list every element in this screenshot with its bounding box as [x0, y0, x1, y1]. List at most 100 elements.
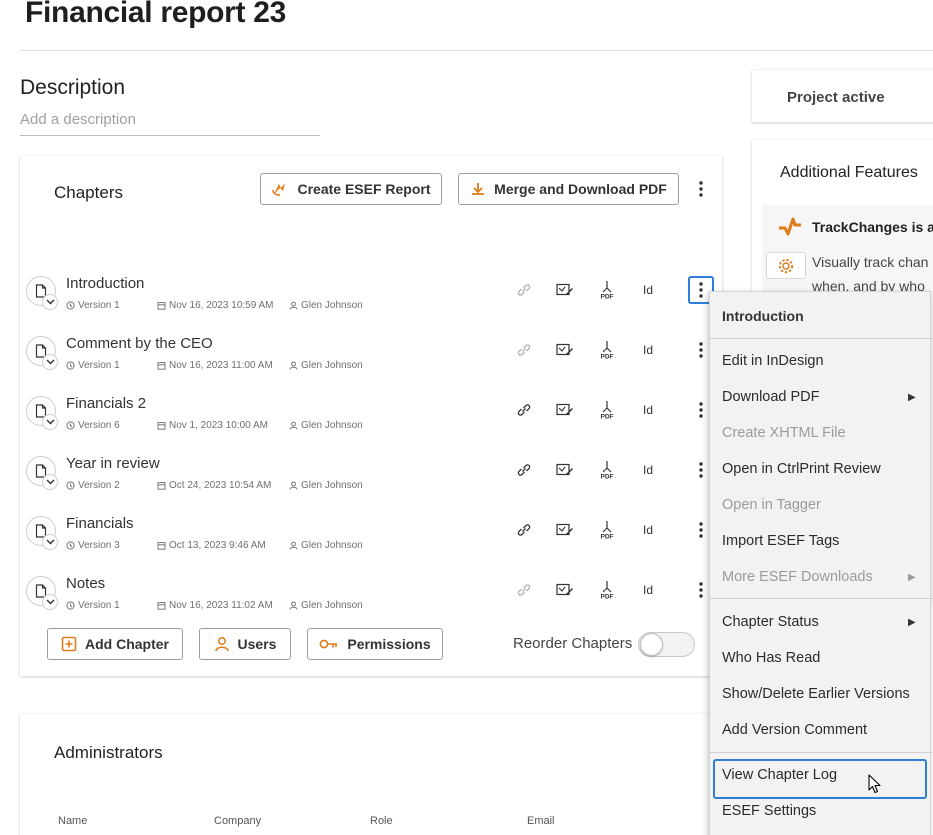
chapter-name[interactable]: Year in review	[66, 455, 160, 472]
indesign-id-icon[interactable]: Id	[636, 458, 660, 482]
review-edit-icon[interactable]	[553, 338, 577, 362]
indesign-id-icon[interactable]: Id	[636, 518, 660, 542]
menu-item-open-in-ctrlprint-review[interactable]: Open in CtrlPrint Review	[722, 461, 881, 477]
chapter-name[interactable]: Introduction	[66, 275, 144, 292]
chevron-down-icon[interactable]	[42, 594, 58, 610]
chevron-down-icon[interactable]	[42, 414, 58, 430]
chapter-row[interactable]: Year in review Version 2 Oct 24, 2023 10:5…	[20, 448, 722, 508]
menu-item-create-xhtml-file: Create XHTML File	[722, 425, 846, 441]
project-status-label: Project active	[787, 89, 885, 106]
chapter-row[interactable]: Introduction Version 1 Nov 16, 2023 10:59 …	[20, 268, 722, 328]
review-edit-icon[interactable]	[553, 398, 577, 422]
link-icon[interactable]	[512, 578, 536, 602]
chapter-name[interactable]: Notes	[66, 575, 105, 592]
version-icon	[66, 301, 75, 310]
date-text: Nov 1, 2023 10:00 AM	[169, 420, 268, 431]
calendar-icon	[157, 481, 166, 490]
version-icon	[66, 361, 75, 370]
pdf-icon[interactable]: PDF	[595, 398, 619, 422]
download-icon	[470, 181, 486, 197]
chapter-version: Version 6	[66, 420, 120, 431]
users-button[interactable]: Users	[199, 628, 291, 660]
menu-item-show-delete-earlier-versions[interactable]: Show/Delete Earlier Versions	[722, 686, 910, 702]
column-header-company: Company	[214, 815, 262, 827]
user-icon	[214, 636, 230, 652]
user-text: Glen Johnson	[301, 600, 363, 611]
merge-label: Merge and Download PDF	[494, 181, 667, 197]
create-esef-report-button[interactable]: Create ESEF Report	[260, 173, 442, 205]
chapter-actions: PDF Id	[512, 338, 662, 362]
chapter-version: Version 2	[66, 480, 120, 491]
chapters-more-menu-icon[interactable]	[689, 176, 713, 202]
chapter-actions: PDF Id	[512, 458, 662, 482]
chapter-row[interactable]: Financials Version 3 Oct 13, 2023 9:46 AM G…	[20, 508, 722, 568]
user-icon	[289, 361, 298, 370]
pdf-icon[interactable]: PDF	[595, 458, 619, 482]
chapter-user: Glen Johnson	[289, 480, 363, 491]
chevron-down-icon[interactable]	[42, 474, 58, 490]
menu-item-edit-in-indesign[interactable]: Edit in InDesign	[722, 353, 824, 369]
reorder-chapters-toggle[interactable]	[638, 632, 695, 657]
menu-item-download-pdf[interactable]: Download PDF	[722, 389, 820, 405]
submenu-arrow-icon: ▶	[908, 617, 916, 628]
merge-download-pdf-button[interactable]: Merge and Download PDF	[458, 173, 679, 205]
chevron-down-icon[interactable]	[42, 294, 58, 310]
menu-item-view-chapter-log[interactable]: View Chapter Log	[722, 767, 837, 783]
esef-icon	[271, 181, 289, 197]
link-icon[interactable]	[512, 278, 536, 302]
review-edit-icon[interactable]	[553, 458, 577, 482]
user-icon	[289, 481, 298, 490]
trackchanges-settings-button[interactable]	[766, 252, 806, 279]
pdf-icon[interactable]: PDF	[595, 518, 619, 542]
menu-item-esef-settings[interactable]: ESEF Settings	[722, 803, 816, 819]
chapter-row[interactable]: Notes Version 1 Nov 16, 2023 11:02 AM Glen …	[20, 568, 722, 628]
version-icon	[66, 541, 75, 550]
add-chapter-label: Add Chapter	[85, 636, 169, 652]
indesign-id-icon[interactable]: Id	[636, 338, 660, 362]
review-edit-icon[interactable]	[553, 278, 577, 302]
review-edit-icon[interactable]	[553, 518, 577, 542]
column-header-name: Name	[58, 815, 88, 827]
pdf-icon[interactable]: PDF	[595, 278, 619, 302]
link-icon[interactable]	[512, 518, 536, 542]
indesign-id-icon[interactable]: Id	[636, 578, 660, 602]
chevron-down-icon[interactable]	[42, 534, 58, 550]
chapter-row[interactable]: Comment by the CEO Version 1 Nov 16, 2023 …	[20, 328, 722, 388]
permissions-label: Permissions	[347, 636, 431, 652]
column-header-role: Role	[370, 815, 393, 827]
create-esef-label: Create ESEF Report	[297, 181, 431, 197]
menu-item-import-esef-tags[interactable]: Import ESEF Tags	[722, 533, 839, 549]
indesign-id-icon[interactable]: Id	[636, 398, 660, 422]
pdf-icon[interactable]: PDF	[595, 578, 619, 602]
user-text: Glen Johnson	[301, 420, 363, 431]
user-text: Glen Johnson	[301, 360, 363, 371]
calendar-icon	[157, 541, 166, 550]
column-header-email: Email	[527, 815, 555, 827]
review-edit-icon[interactable]	[553, 578, 577, 602]
date-text: Oct 24, 2023 10:54 AM	[169, 480, 272, 491]
description-input[interactable]: Add a description	[20, 108, 320, 136]
trackchanges-title: TrackChanges is a	[812, 219, 933, 235]
menu-item-add-version-comment[interactable]: Add Version Comment	[722, 722, 867, 738]
menu-item-open-in-tagger: Open in Tagger	[722, 497, 821, 513]
chapter-row[interactable]: Financials 2 Version 6 Nov 1, 2023 10:00 A…	[20, 388, 722, 448]
chapter-name[interactable]: Comment by the CEO	[66, 335, 213, 352]
menu-item-chapter-status[interactable]: Chapter Status	[722, 614, 819, 630]
calendar-icon	[157, 421, 166, 430]
chapter-name[interactable]: Financials	[66, 515, 134, 532]
link-icon[interactable]	[512, 458, 536, 482]
pdf-icon[interactable]: PDF	[595, 338, 619, 362]
menu-separator	[710, 598, 932, 599]
menu-item-who-has-read[interactable]: Who Has Read	[722, 650, 820, 666]
chevron-down-icon[interactable]	[42, 354, 58, 370]
toggle-knob	[640, 633, 663, 656]
link-icon[interactable]	[512, 398, 536, 422]
link-icon[interactable]	[512, 338, 536, 362]
calendar-icon	[157, 301, 166, 310]
chapter-user: Glen Johnson	[289, 540, 363, 551]
add-chapter-button[interactable]: Add Chapter	[47, 628, 183, 660]
plus-box-icon	[61, 636, 77, 652]
permissions-button[interactable]: Permissions	[307, 628, 443, 660]
indesign-id-icon[interactable]: Id	[636, 278, 660, 302]
chapter-name[interactable]: Financials 2	[66, 395, 146, 412]
